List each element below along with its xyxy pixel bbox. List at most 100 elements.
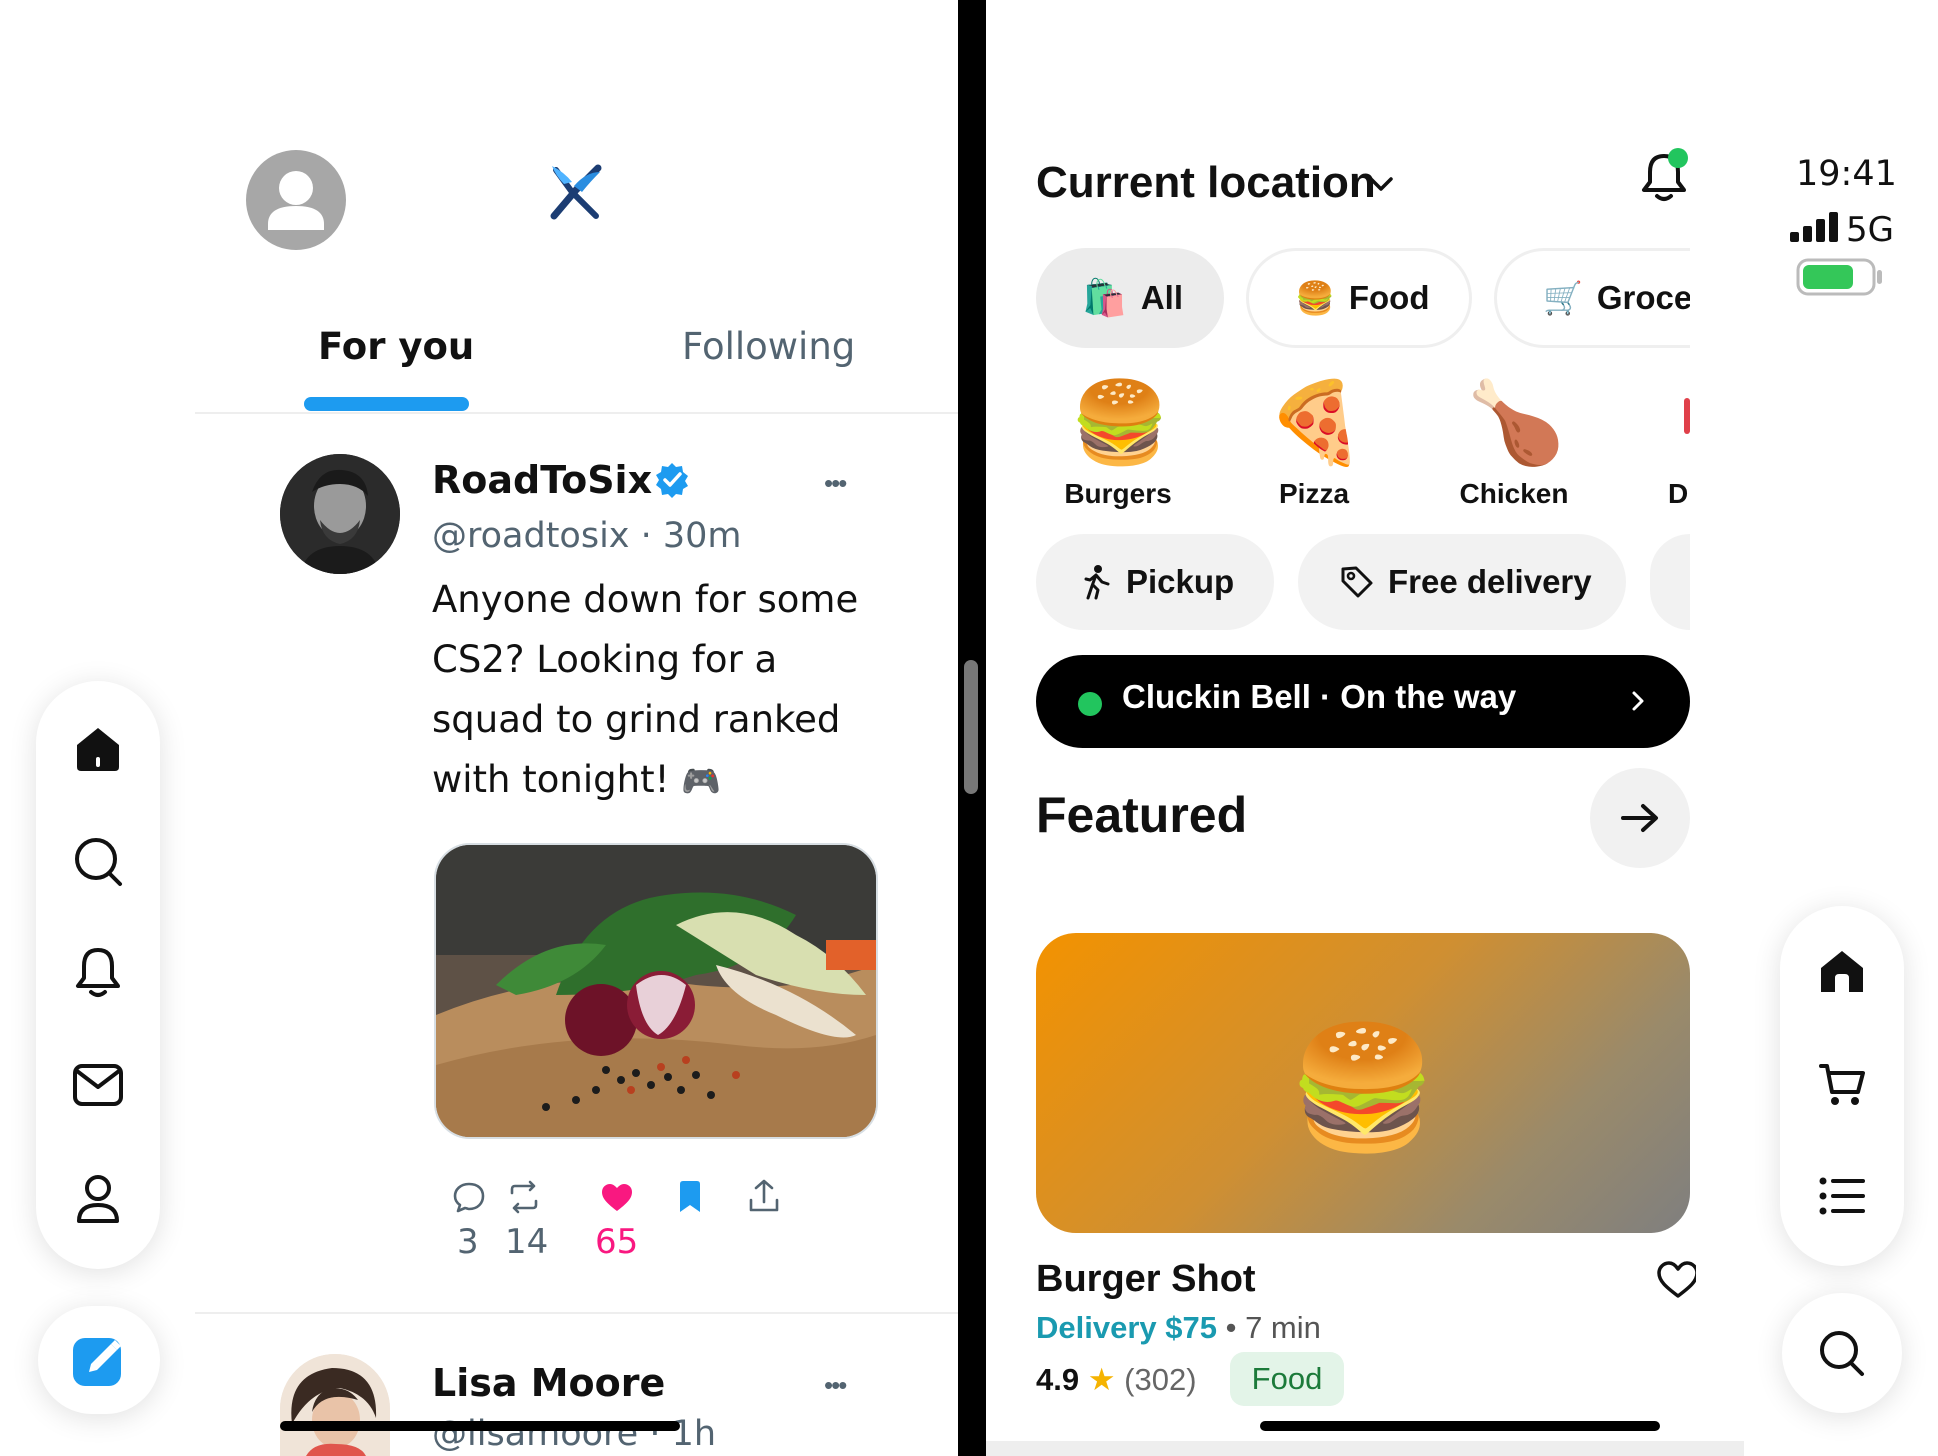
- chevron-right-icon[interactable]: [1628, 688, 1648, 714]
- shopping-bag-emoji: 🛍️: [1082, 277, 1127, 318]
- user-photo: [280, 1354, 390, 1456]
- compose-button[interactable]: [38, 1306, 160, 1414]
- eta: 7 min: [1245, 1310, 1321, 1345]
- tab-for-you[interactable]: For you: [318, 325, 474, 368]
- restaurant-meta: Delivery $75 • 7 min: [1036, 1310, 1321, 1345]
- chip-label: Groce: [1596, 279, 1690, 316]
- compose-pen-icon: [73, 1338, 121, 1386]
- vegetables-photo: [436, 845, 876, 1137]
- post-avatar[interactable]: [280, 1354, 390, 1456]
- like-count: 65: [595, 1222, 639, 1262]
- category-pizza-label[interactable]: Pizza: [1236, 478, 1392, 510]
- home-icon[interactable]: [1818, 948, 1866, 996]
- delivery-fee: Delivery $75: [1036, 1310, 1217, 1345]
- post-handle[interactable]: @roadtosix · 30m: [432, 516, 742, 556]
- chevron-down-icon[interactable]: [1366, 172, 1396, 196]
- like-heart-icon[interactable]: [600, 1182, 634, 1212]
- notification-bell-icon[interactable]: [1638, 146, 1696, 204]
- bird-x-logo-icon: [550, 164, 602, 220]
- category-drinks-label[interactable]: D: [1668, 478, 1690, 510]
- featured-see-all-button[interactable]: [1590, 768, 1690, 868]
- profile-icon[interactable]: [66, 1167, 130, 1231]
- repost-count: 14: [505, 1222, 549, 1262]
- tag-icon: [1341, 566, 1373, 598]
- person-icon: [268, 171, 324, 230]
- post-avatar[interactable]: [280, 454, 400, 574]
- reply-icon[interactable]: [452, 1180, 486, 1214]
- post-handle[interactable]: @lisamoore · 1h: [432, 1414, 716, 1454]
- filter-pickup[interactable]: Pickup: [1036, 534, 1274, 630]
- search-icon[interactable]: [66, 829, 130, 893]
- more-options-icon[interactable]: •••: [824, 1370, 847, 1401]
- post-body: Anyone down for some CS2? Looking for a …: [432, 578, 859, 801]
- food-search-button[interactable]: [1782, 1293, 1902, 1413]
- category-chicken-label[interactable]: Chicken: [1436, 478, 1592, 510]
- order-status-text: Cluckin Bell · On the way: [1122, 678, 1517, 715]
- profile-avatar[interactable]: [246, 150, 346, 250]
- category-burgers-label[interactable]: Burgers: [1040, 478, 1196, 510]
- cart-icon[interactable]: [1818, 1060, 1866, 1108]
- category-burgers-icon[interactable]: 🍔: [1070, 375, 1170, 471]
- chip-label: All: [1140, 279, 1183, 316]
- category-drinks-icon[interactable]: [1684, 398, 1690, 434]
- chip-food[interactable]: 🍔 Food: [1246, 248, 1472, 348]
- list-icon[interactable]: [1818, 1172, 1866, 1220]
- mail-icon[interactable]: [66, 1053, 130, 1117]
- food-nav-rail: [1780, 906, 1904, 1266]
- arrow-right-icon: [1621, 804, 1658, 832]
- home-indicator: [1260, 1421, 1660, 1431]
- category-tag: Food: [1230, 1352, 1344, 1406]
- chip-all[interactable]: 🛍️ All: [1036, 248, 1224, 348]
- network-type: 5G: [1846, 210, 1894, 250]
- filter-label: Pickup: [1126, 563, 1235, 600]
- burger-emoji: 🍔: [1288, 1021, 1438, 1155]
- share-icon[interactable]: [748, 1178, 780, 1214]
- active-tab-indicator: [304, 397, 469, 411]
- burger-emoji: 🍔: [1295, 280, 1335, 316]
- restaurant-rating: 4.9 ★ (302): [1036, 1362, 1197, 1398]
- post-image[interactable]: [434, 843, 878, 1139]
- home-icon[interactable]: [66, 717, 130, 781]
- bookmark-icon[interactable]: [677, 1180, 703, 1214]
- post-divider: [195, 1312, 958, 1314]
- filter-free-delivery[interactable]: Free delivery: [1298, 534, 1626, 630]
- star-icon: ★: [1087, 1362, 1116, 1397]
- post-author-name[interactable]: RoadToSix: [432, 458, 652, 502]
- gamepad-emoji: 🎮: [681, 762, 722, 800]
- more-options-icon[interactable]: •••: [824, 468, 847, 499]
- post-author-name[interactable]: Lisa Moore: [432, 1361, 665, 1405]
- user-photo: [280, 454, 400, 574]
- rating-value: 4.9: [1036, 1362, 1080, 1397]
- category-chicken-icon[interactable]: 🍗: [1466, 375, 1566, 471]
- bell-icon[interactable]: [66, 941, 130, 1005]
- tab-following[interactable]: Following: [682, 325, 855, 368]
- home-indicator: [280, 1421, 680, 1431]
- bottom-edge: [986, 1441, 1744, 1456]
- cart-emoji: 🛒: [1543, 280, 1583, 316]
- status-time: 19:41: [1796, 154, 1897, 194]
- reply-count: 3: [457, 1222, 479, 1262]
- featured-title: Featured: [1036, 787, 1248, 843]
- social-nav-rail: [36, 681, 160, 1269]
- signal-icon: [1790, 212, 1842, 244]
- tabs-divider: [195, 412, 958, 414]
- filter-label: Free delivery: [1388, 563, 1592, 600]
- walking-icon: [1084, 565, 1110, 600]
- post-text: Anyone down for some CS2? Looking for a …: [432, 570, 892, 811]
- search-icon: [1820, 1331, 1864, 1376]
- chip-label: Food: [1348, 279, 1430, 316]
- status-dot: [1078, 692, 1102, 716]
- chip-grocery[interactable]: 🛒 Groce: [1494, 248, 1690, 348]
- restaurant-name[interactable]: Burger Shot: [1036, 1258, 1256, 1301]
- verified-badge-icon: [653, 461, 691, 499]
- review-count: (302): [1124, 1362, 1197, 1397]
- favorite-heart-icon[interactable]: [1656, 1260, 1696, 1300]
- category-pizza-icon[interactable]: 🍕: [1266, 375, 1366, 471]
- split-view-handle[interactable]: [964, 660, 978, 794]
- battery-icon: [1796, 258, 1884, 296]
- repost-icon[interactable]: [506, 1180, 542, 1214]
- filter-more[interactable]: [1650, 534, 1690, 630]
- location-title[interactable]: Current location: [1036, 158, 1376, 208]
- app-logo: [546, 162, 606, 222]
- restaurant-card-image[interactable]: 🍔: [1036, 933, 1690, 1233]
